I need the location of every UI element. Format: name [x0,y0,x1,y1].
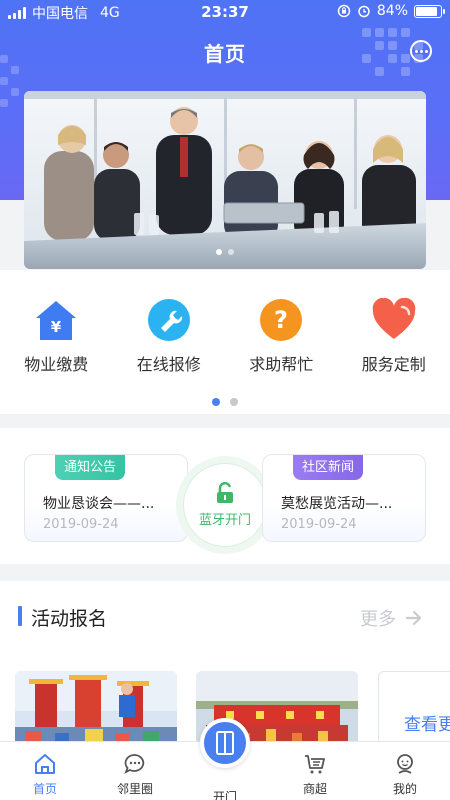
banner-indicator [24,249,426,255]
bluetooth-open-button[interactable]: 蓝牙开门 [176,456,274,554]
alarm-icon [358,5,370,18]
tab-home[interactable]: 首页 [0,742,90,800]
user-icon [397,754,413,774]
section-accent-bar [18,606,22,626]
cart-icon [305,755,325,774]
bluetooth-open-label: 蓝牙开门 [198,513,251,528]
wrench-icon [147,298,191,342]
tab-label: 我的 [392,782,417,796]
open-door-button[interactable] [200,718,250,768]
service-property-fee[interactable]: ¥ 物业缴费 [0,298,112,375]
service-help[interactable]: ? 求助帮忙 [225,298,337,375]
more-dots-icon[interactable] [410,40,432,62]
tab-label: 商超 [302,782,327,796]
banner-carousel[interactable] [24,91,426,269]
service-label: 服务定制 [361,355,426,374]
battery-percent: 84% [376,3,408,19]
battery-icon [414,4,445,18]
door-icon [216,731,234,755]
service-label: 求助帮忙 [249,355,314,374]
page-title: 首页 [204,42,246,66]
rotation-lock-icon [337,4,351,18]
service-label: 在线报修 [136,355,201,374]
activity-more-label: 更多 [360,609,396,630]
home-icon [35,754,55,774]
service-label: 物业缴费 [24,355,89,374]
notice-date: 2019-09-24 [43,517,119,532]
community-news-card[interactable]: 社区新闻 莫愁展览活动—... 2019-09-24 [262,454,426,542]
see-more-label: 查看更多 [404,715,450,735]
notice-card[interactable]: 通知公告 物业恳谈会——... 2019-09-24 [24,454,188,542]
tab-neighborhood[interactable]: 邻里圈 [90,742,180,800]
chat-bubble-icon [124,754,145,774]
community-tag: 社区新闻 [293,455,364,480]
news-section: 通知公告 物业恳谈会——... 2019-09-24 蓝牙开门 社区新闻 莫愁展… [0,428,450,564]
service-page-indicator [0,398,450,406]
question-icon: ? [259,298,303,342]
tab-label: 邻里圈 [116,782,153,796]
service-grid: ¥ 物业缴费 在线报修 ? 求助帮忙 服务定制 [0,270,450,414]
community-date: 2019-09-24 [281,517,357,532]
status-bar: 中国电信 4G 23:37 84% [0,0,450,24]
service-online-repair[interactable]: 在线报修 [113,298,225,375]
tab-label: 首页 [32,782,57,796]
activity-more-link[interactable]: 更多 [360,605,422,631]
community-title: 莫愁展览活动—... [281,496,393,512]
notice-title: 物业恳谈会——... [43,496,155,512]
tab-mine[interactable]: 我的 [360,742,450,800]
service-custom[interactable]: 服务定制 [338,298,450,375]
svg-text:¥: ¥ [51,318,62,336]
business-meeting-photo [24,91,426,269]
activity-title: 活动报名 [31,608,108,630]
svg-text:?: ? [274,306,288,334]
tab-supermarket[interactable]: 商超 [270,742,360,800]
notice-tag: 通知公告 [55,455,126,480]
unlock-icon [217,482,233,503]
arrow-right-icon [406,611,422,625]
heart-icon [372,298,416,342]
tab-label: 开门 [212,790,237,800]
house-yen-icon: ¥ [34,298,78,342]
